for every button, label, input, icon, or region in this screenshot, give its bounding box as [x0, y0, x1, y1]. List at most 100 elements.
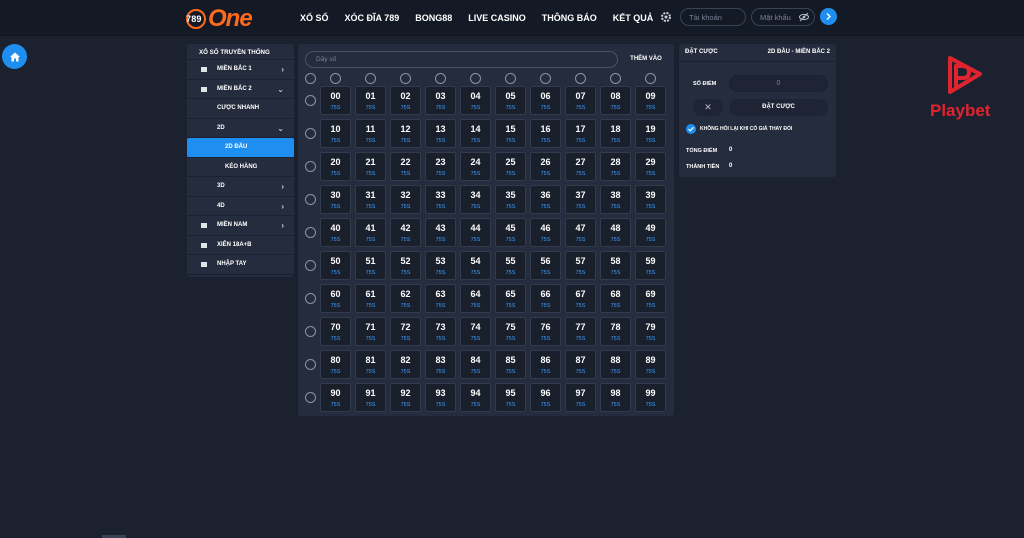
number-cell[interactable]: 57 75S — [565, 251, 596, 280]
column-radio[interactable] — [610, 73, 621, 84]
number-cell[interactable]: 37 75S — [565, 185, 596, 214]
number-cell[interactable]: 90 75S — [320, 383, 351, 412]
number-cell[interactable]: 04 75S — [460, 86, 491, 115]
number-cell[interactable]: 89 75S — [635, 350, 666, 379]
number-cell[interactable]: 18 75S — [600, 119, 631, 148]
number-cell[interactable]: 36 75S — [530, 185, 561, 214]
number-cell[interactable]: 77 75S — [565, 317, 596, 346]
row-radio[interactable] — [305, 326, 316, 337]
number-cell[interactable]: 83 75S — [425, 350, 456, 379]
number-cell[interactable]: 23 75S — [425, 152, 456, 181]
number-cell[interactable]: 84 75S — [460, 350, 491, 379]
number-cell[interactable]: 39 75S — [635, 185, 666, 214]
number-cell[interactable]: 07 75S — [565, 86, 596, 115]
row-radio[interactable] — [305, 161, 316, 172]
gear-icon[interactable] — [660, 11, 672, 23]
number-cell[interactable]: 16 75S — [530, 119, 561, 148]
row-radio[interactable] — [305, 95, 316, 106]
number-cell[interactable]: 88 75S — [600, 350, 631, 379]
column-radio[interactable] — [505, 73, 516, 84]
sidebar-item-3[interactable]: 2D ⌄ — [187, 119, 294, 138]
number-cell[interactable]: 08 75S — [600, 86, 631, 115]
add-button[interactable]: THÊM VÀO — [624, 53, 668, 65]
number-cell[interactable]: 68 75S — [600, 284, 631, 313]
number-cell[interactable]: 75 75S — [495, 317, 526, 346]
number-cell[interactable]: 22 75S — [390, 152, 421, 181]
row-radio[interactable] — [305, 128, 316, 139]
number-cell[interactable]: 92 75S — [390, 383, 421, 412]
number-cell[interactable]: 55 75S — [495, 251, 526, 280]
number-cell[interactable]: 54 75S — [460, 251, 491, 280]
number-cell[interactable]: 63 75S — [425, 284, 456, 313]
number-cell[interactable]: 78 75S — [600, 317, 631, 346]
number-cell[interactable]: 60 75S — [320, 284, 351, 313]
login-button[interactable] — [820, 8, 837, 25]
row-radio[interactable] — [305, 260, 316, 271]
place-bet-button[interactable]: ĐẶT CƯỢC — [729, 99, 828, 116]
number-cell[interactable]: 28 75S — [600, 152, 631, 181]
number-cell[interactable]: 67 75S — [565, 284, 596, 313]
clear-button[interactable]: ✕ — [693, 99, 723, 116]
number-cell[interactable]: 85 75S — [495, 350, 526, 379]
number-cell[interactable]: 95 75S — [495, 383, 526, 412]
number-cell[interactable]: 31 75S — [355, 185, 386, 214]
nav-item-4[interactable]: THÔNG BÁO — [542, 13, 597, 23]
number-cell[interactable]: 03 75S — [425, 86, 456, 115]
number-cell[interactable]: 62 75S — [390, 284, 421, 313]
number-cell[interactable]: 65 75S — [495, 284, 526, 313]
sidebar-item-1[interactable]: MIỀN BẮC 2 ⌄ — [187, 80, 294, 99]
number-cell[interactable]: 86 75S — [530, 350, 561, 379]
number-cell[interactable]: 79 75S — [635, 317, 666, 346]
number-cell[interactable]: 69 75S — [635, 284, 666, 313]
number-cell[interactable]: 11 75S — [355, 119, 386, 148]
number-cell[interactable]: 80 75S — [320, 350, 351, 379]
number-cell[interactable]: 49 75S — [635, 218, 666, 247]
number-cell[interactable]: 97 75S — [565, 383, 596, 412]
number-cell[interactable]: 56 75S — [530, 251, 561, 280]
number-cell[interactable]: 99 75S — [635, 383, 666, 412]
number-cell[interactable]: 12 75S — [390, 119, 421, 148]
row-radio[interactable] — [305, 293, 316, 304]
number-cell[interactable]: 21 75S — [355, 152, 386, 181]
number-cell[interactable]: 64 75S — [460, 284, 491, 313]
number-cell[interactable]: 93 75S — [425, 383, 456, 412]
number-cell[interactable]: 46 75S — [530, 218, 561, 247]
sidebar-item-6[interactable]: 3D › — [187, 177, 294, 197]
number-cell[interactable]: 35 75S — [495, 185, 526, 214]
row-radio[interactable] — [305, 194, 316, 205]
number-cell[interactable]: 14 75S — [460, 119, 491, 148]
number-cell[interactable]: 20 75S — [320, 152, 351, 181]
column-radio[interactable] — [575, 73, 586, 84]
points-input[interactable]: 0 — [729, 75, 828, 92]
row-radio[interactable] — [305, 392, 316, 403]
number-cell[interactable]: 17 75S — [565, 119, 596, 148]
home-button[interactable] — [2, 44, 27, 69]
number-cell[interactable]: 02 75S — [390, 86, 421, 115]
number-cell[interactable]: 00 75S — [320, 86, 351, 115]
number-cell[interactable]: 45 75S — [495, 218, 526, 247]
number-cell[interactable]: 52 75S — [390, 251, 421, 280]
site-logo[interactable]: 789 One — [186, 5, 256, 32]
number-cell[interactable]: 30 75S — [320, 185, 351, 214]
column-radio[interactable] — [435, 73, 446, 84]
column-radio[interactable] — [400, 73, 411, 84]
number-cell[interactable]: 96 75S — [530, 383, 561, 412]
nav-item-5[interactable]: KẾT QUẢ — [613, 13, 654, 23]
number-cell[interactable]: 06 75S — [530, 86, 561, 115]
number-cell[interactable]: 72 75S — [390, 317, 421, 346]
number-cell[interactable]: 44 75S — [460, 218, 491, 247]
number-cell[interactable]: 32 75S — [390, 185, 421, 214]
number-cell[interactable]: 94 75S — [460, 383, 491, 412]
sidebar-item-7[interactable]: 4D › — [187, 197, 294, 216]
sidebar-item-0[interactable]: MIỀN BẮC 1 › — [187, 60, 294, 80]
number-cell[interactable]: 40 75S — [320, 218, 351, 247]
nav-item-3[interactable]: LIVE CASINO — [468, 13, 526, 23]
number-cell[interactable]: 15 75S — [495, 119, 526, 148]
number-cell[interactable]: 48 75S — [600, 218, 631, 247]
number-cell[interactable]: 42 75S — [390, 218, 421, 247]
number-cell[interactable]: 50 75S — [320, 251, 351, 280]
nav-item-1[interactable]: XÓC ĐĨA 789 — [345, 13, 400, 23]
number-cell[interactable]: 76 75S — [530, 317, 561, 346]
column-radio[interactable] — [330, 73, 341, 84]
row-radio[interactable] — [305, 227, 316, 238]
